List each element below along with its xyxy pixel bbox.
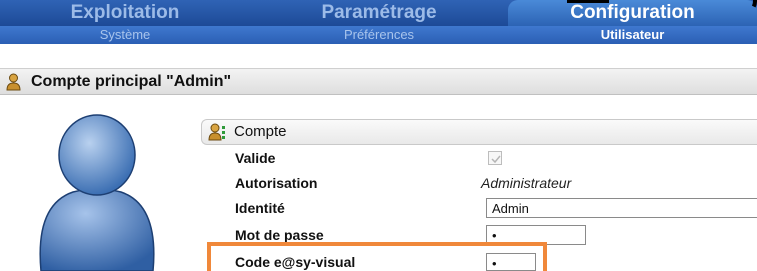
tab-parametrage[interactable]: Paramétrage: [250, 0, 508, 26]
decorative-bar: [567, 0, 609, 3]
autorisation-value: Administrateur: [481, 175, 572, 191]
tab-configuration[interactable]: Configuration: [508, 0, 757, 26]
identite-field[interactable]: Admin: [486, 198, 757, 218]
identite-label: Identité: [235, 200, 285, 216]
autorisation-label: Autorisation: [235, 175, 318, 191]
subtab-systeme[interactable]: Système: [0, 26, 250, 44]
subtab-utilisateur[interactable]: Utilisateur: [508, 26, 757, 44]
valide-checkbox[interactable]: [488, 151, 502, 165]
section-header: Compte principal "Admin": [0, 68, 757, 95]
top-navigation: Exploitation Paramétrage Configuration S…: [0, 0, 757, 44]
sub-tab-bar: Système Préférences Utilisateur: [0, 26, 757, 44]
main-tab-bar: Exploitation Paramétrage Configuration: [0, 0, 757, 26]
tab-exploitation[interactable]: Exploitation: [0, 0, 250, 26]
account-panel-title: Compte: [234, 123, 287, 140]
highlight-box: [207, 242, 547, 271]
user-settings-icon: [208, 123, 225, 141]
page-title: Compte principal "Admin": [31, 73, 232, 90]
user-icon: [6, 73, 21, 91]
avatar-icon: [39, 114, 155, 271]
subtab-preferences[interactable]: Préférences: [250, 26, 508, 44]
account-panel-header[interactable]: Compte: [201, 119, 757, 145]
mot-de-passe-label: Mot de passe: [235, 227, 324, 243]
valide-label: Valide: [235, 150, 276, 166]
check-icon: [491, 155, 501, 164]
